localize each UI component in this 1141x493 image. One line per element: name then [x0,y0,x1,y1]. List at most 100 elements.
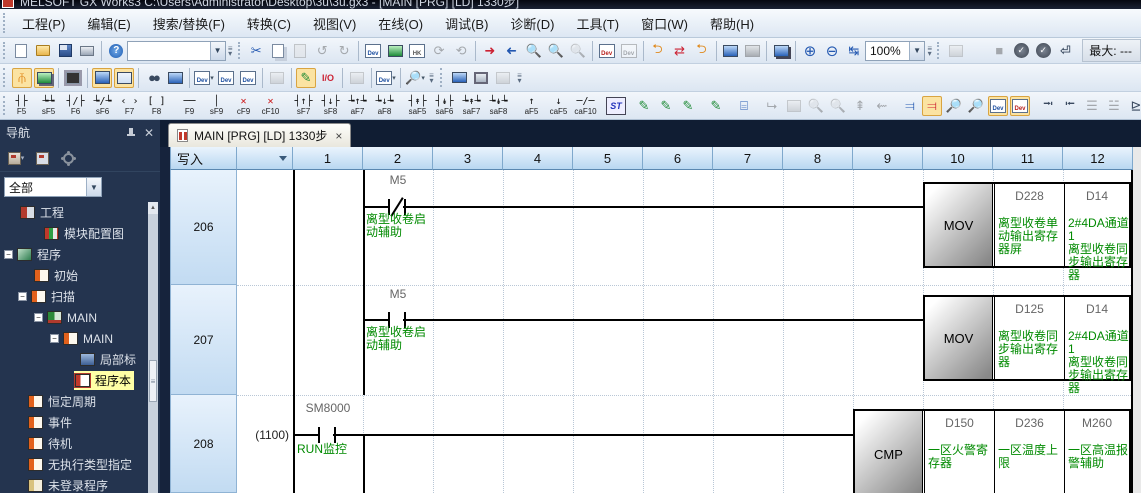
device-display-dropdown-icon[interactable]: Dev▾ [376,68,396,88]
ladder-edit-mode-icon[interactable]: ✎ [296,68,316,88]
statement-list-icon[interactable] [449,68,469,88]
undo-icon[interactable]: ↺ [312,41,332,61]
coil-button[interactable]: ‹ ›F7 [116,93,143,119]
tree-item-scan[interactable]: −扫描 [0,286,148,307]
operand-device[interactable]: D14 [1065,189,1129,203]
device-monitor-toggle-icon[interactable]: Dev [1010,96,1030,116]
tree-item-no-execution-type[interactable]: 无执行类型指定 [0,454,148,475]
cut-icon[interactable]: ✂ [246,41,266,61]
statement-display-toggle-icon[interactable] [92,68,112,88]
module-configuration-icon[interactable] [63,68,83,88]
open-project-icon[interactable] [33,41,53,61]
tree-item-initial[interactable]: 初始 [0,265,148,286]
tree-item-local-label[interactable]: 局部标 [0,349,148,370]
open-contact-button[interactable]: ┤├F5 [8,93,35,119]
fit-width-icon[interactable]: ↹ [844,41,864,61]
tree-item-project[interactable]: 工程 [0,202,148,223]
menu-diagnostics[interactable]: 诊断(D) [499,10,565,37]
collapse-all-icon[interactable] [30,147,54,169]
mode-dropdown-cell[interactable] [237,147,293,170]
device-batch-replace-icon[interactable]: Dev [216,68,236,88]
editor-scrollbar[interactable] [1133,147,1141,493]
menu-window[interactable]: 窗口(W) [630,10,699,37]
watch-window-2-icon[interactable] [742,41,762,61]
verify-with-plc-icon[interactable]: 🔍 [524,41,544,61]
tree-item-module-config[interactable]: 模块配置图 [0,223,148,244]
falling-pulse-button[interactable]: ┤↓├sF8 [317,93,344,119]
module-parameter-icon[interactable] [493,68,513,88]
horizontal-line-button[interactable]: ──F9 [176,93,203,119]
statement-jump-icon[interactable]: ⮌ [648,41,668,61]
chevron-down-icon[interactable]: ▼ [909,42,924,60]
rung-number-208[interactable]: 208 [170,395,237,493]
menu-convert[interactable]: 转换(C) [236,10,302,37]
falling-pulse-close-branch-button[interactable]: ┶↡┶saF8 [485,93,512,119]
operand-device[interactable]: D236 [995,416,1064,430]
falling-pulse-operation-button[interactable]: ↓caF5 [545,93,572,119]
find-replace-window-icon[interactable] [165,68,185,88]
menu-search-replace[interactable]: 搜索/替换(F) [142,10,236,37]
rising-pulse-button[interactable]: ┤↑├sF7 [290,93,317,119]
check-parameter-icon[interactable] [1033,41,1053,61]
zoom-combobox[interactable]: 100% ▼ [865,41,925,61]
rising-pulse-operation-button[interactable]: ↑aF5 [518,93,545,119]
toolbar-overflow-icon[interactable] [426,68,437,88]
find-icon[interactable]: ●● [143,68,163,88]
chevron-down-icon[interactable]: ▼ [86,178,101,196]
check-program-icon[interactable] [1011,41,1031,61]
tab-close-icon[interactable]: × [335,129,342,143]
insert-row-icon[interactable]: ⭲ [1038,96,1058,116]
tree-item-main-program[interactable]: −MAIN [0,328,148,349]
contact-208[interactable] [318,427,320,443]
device-write-icon[interactable]: Dev [597,41,617,61]
find-next-icon[interactable]: 🔍 [828,96,848,116]
toolbar-overflow-icon[interactable] [226,41,235,61]
tab-main-prg[interactable]: MAIN [PRG] [LD] 1330步 × [168,123,351,147]
operand-device[interactable]: D125 [995,302,1064,316]
write-to-plc-icon[interactable]: ➜ [480,41,500,61]
mode-header-cell[interactable]: 写入 [170,147,237,170]
new-project-icon[interactable] [11,41,31,61]
mov-instruction-206[interactable]: MOV D228 离型收卷单 动输出寄存 器屏 D14 2#4DA通道1 离型收… [923,182,1131,268]
application-instruction-button[interactable]: [ ]F8 [143,93,170,119]
paste-icon[interactable] [290,41,310,61]
rising-pulse-close-button[interactable]: ┤↟├saF5 [404,93,431,119]
align-left-icon[interactable]: ☰ [1082,96,1102,116]
falling-pulse-branch-button[interactable]: ┶↓┶aF8 [371,93,398,119]
rising-pulse-close-branch-button[interactable]: ┶↟┶saF7 [458,93,485,119]
menu-debug[interactable]: 调试(B) [434,10,499,37]
ladder-check-icon[interactable]: ⊵ [1126,96,1141,116]
device-search-icon[interactable]: Dev [363,41,383,61]
ladder-monitor-icon[interactable] [385,41,405,61]
toolbar-overflow-icon[interactable] [514,68,525,88]
insert-device-icon[interactable]: ✎ [706,96,726,116]
navigation-window-toggle-icon[interactable]: ⫚ [12,68,32,88]
read-from-plc-icon[interactable]: ➜ [502,41,522,61]
clipboard-icon[interactable] [946,41,966,61]
edit-ladder-block-icon[interactable]: ✎ [634,96,654,116]
tree-item-standby[interactable]: 待机 [0,433,148,454]
step-in-icon[interactable]: ⇞ [850,96,870,116]
contact-208-device[interactable]: SM8000 [293,401,363,415]
device-test-icon[interactable]: HK [407,41,427,61]
operand-device[interactable]: M260 [1065,416,1129,430]
open-branch-button[interactable]: ┶┶sF5 [35,93,62,119]
tree-item-program[interactable]: −程序 [0,244,148,265]
monitor-condition-icon[interactable] [347,68,367,88]
collapse-expander-icon[interactable]: − [18,292,27,301]
undo-convert-icon[interactable]: ⮡ [762,96,782,116]
device-skip-dropdown-icon[interactable]: 🔎▾ [405,68,425,88]
close-icon[interactable]: ✕ [144,126,154,140]
navigation-scrollbar[interactable]: ▲ [148,202,158,493]
collapse-expander-icon[interactable]: − [34,313,43,322]
monitor-start-icon[interactable]: 🔍 [546,41,566,61]
monitor-stop-icon[interactable]: 🔍 [568,41,588,61]
navigation-filter-combobox[interactable]: 全部 ▼ [4,177,102,197]
intelligent-module-icon[interactable] [471,68,491,88]
tree-item-main-block[interactable]: −MAIN [0,307,148,328]
rising-pulse-branch-button[interactable]: ┶↑┶aF7 [344,93,371,119]
operand-device[interactable]: D14 [1065,302,1129,316]
program-backup-icon[interactable]: ⟲ [451,41,471,61]
delete-horizontal-line-button[interactable]: ✕cF9 [230,93,257,119]
element-selection-toggle-icon[interactable] [34,68,54,88]
